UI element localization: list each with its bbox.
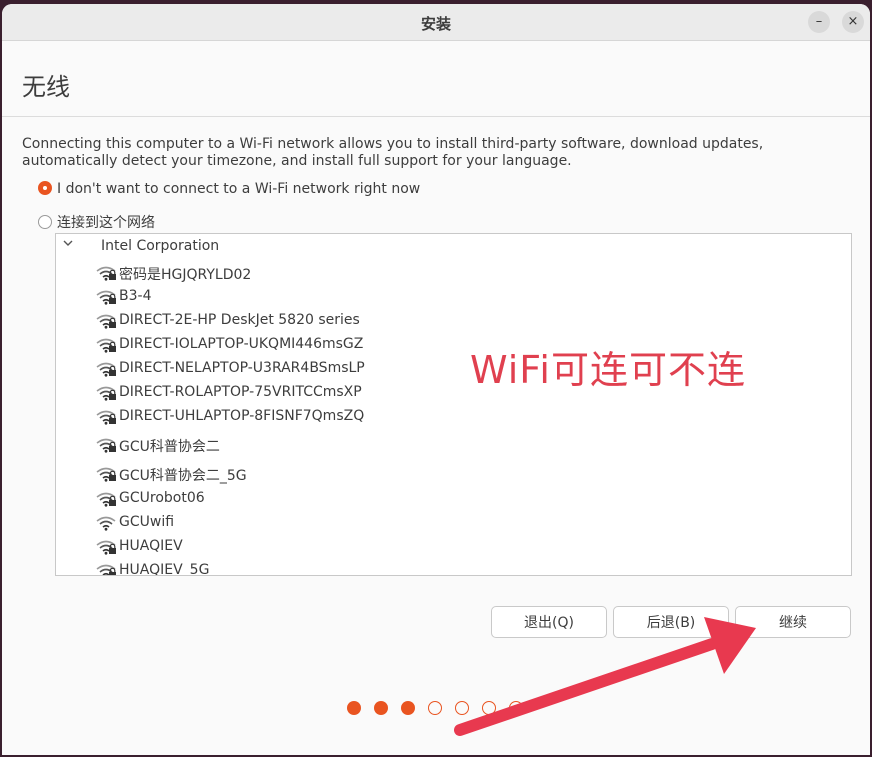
- annotation-arrow-icon: [454, 617, 756, 736]
